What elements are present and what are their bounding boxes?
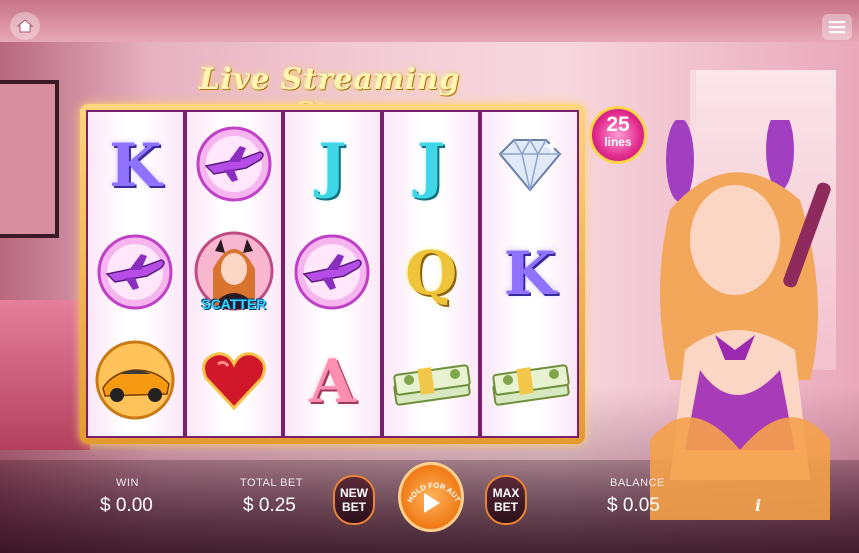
- symbol-letter-q: Q: [388, 226, 474, 322]
- symbol-heart: [191, 334, 277, 430]
- reel-column: SCATTER: [186, 112, 282, 436]
- max-bet-label-line1: MAX: [492, 486, 520, 500]
- diamond-icon: [492, 134, 568, 199]
- total-bet-label: TOTAL BET: [240, 477, 303, 489]
- max-bet-button[interactable]: MAX BET: [485, 475, 527, 525]
- symbol-diamond: [487, 118, 573, 214]
- new-bet-button[interactable]: NEW BET: [333, 475, 375, 525]
- heart-icon: [198, 344, 270, 421]
- symbol-letter-text: A: [309, 347, 356, 417]
- balance-label: BALANCE: [610, 477, 665, 489]
- max-bet-label-line2: BET: [494, 500, 518, 514]
- symbol-cash-stack: [487, 334, 573, 430]
- win-value: $ 0.00: [100, 495, 153, 516]
- sports-car-icon: [93, 338, 177, 427]
- reel-column: K: [482, 112, 577, 436]
- symbol-letter-text: K: [109, 131, 162, 201]
- reel-column: JA: [285, 112, 380, 436]
- scatter-label: SCATTER: [201, 296, 267, 312]
- reel-grid: K SCATTER J A J Q K: [86, 110, 579, 438]
- new-bet-label-line1: NEW: [340, 486, 368, 500]
- background-bed: [0, 300, 90, 450]
- total-bet-value: $ 0.25: [243, 495, 296, 516]
- symbol-letter-k: K: [92, 118, 178, 214]
- symbol-letter-text: J: [318, 131, 347, 201]
- symbol-scatter: SCATTER: [191, 226, 277, 322]
- menu-button[interactable]: [822, 14, 852, 40]
- symbol-letter-j: J: [289, 118, 375, 214]
- airplane-icon: [95, 232, 175, 317]
- balance-value: $ 0.05: [607, 495, 660, 516]
- spin-button[interactable]: HOLD FOR AUTOSPIN: [398, 462, 464, 532]
- symbol-airplane: [92, 226, 178, 322]
- airplane-icon: [194, 124, 274, 209]
- reel-frame: K SCATTER J A J Q K: [80, 104, 585, 444]
- hamburger-menu-icon: [829, 21, 845, 34]
- cash-stack-icon: [488, 350, 572, 415]
- symbol-letter-text: Q: [404, 239, 458, 309]
- symbol-airplane: [289, 226, 375, 322]
- reel-column: K: [88, 112, 183, 436]
- play-icon: [424, 493, 440, 513]
- new-bet-label-line2: BET: [342, 500, 366, 514]
- home-button[interactable]: [10, 12, 40, 40]
- symbol-letter-j: J: [388, 118, 474, 214]
- symbol-letter-k: K: [487, 226, 573, 322]
- wall-trim: [0, 0, 859, 42]
- reel-column: JQ: [383, 112, 479, 436]
- symbol-letter-a: A: [289, 334, 375, 430]
- home-icon: [16, 19, 34, 33]
- info-button[interactable]: i: [755, 496, 761, 515]
- airplane-icon: [292, 232, 372, 317]
- symbol-cash-stack: [388, 334, 474, 430]
- win-label: WIN: [116, 477, 139, 489]
- streamer-character-illustration: [650, 120, 831, 520]
- symbol-letter-text: J: [416, 131, 446, 201]
- symbol-sports-car: [92, 334, 178, 430]
- cash-stack-icon: [389, 350, 473, 415]
- symbol-airplane: [191, 118, 277, 214]
- background-mirror: [0, 80, 59, 238]
- symbol-letter-text: K: [503, 239, 556, 309]
